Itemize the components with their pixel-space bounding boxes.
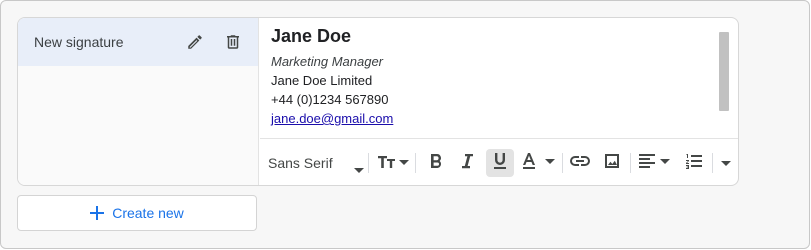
toolbar-divider	[562, 153, 563, 173]
signature-name: Jane Doe	[271, 26, 352, 46]
text-size-icon	[377, 152, 409, 175]
signature-company: Jane Doe Limited	[271, 73, 373, 88]
toolbar-divider	[712, 153, 713, 173]
editor-scrollbar[interactable]	[719, 32, 729, 111]
formatting-toolbar: Sans Serif	[260, 138, 738, 185]
font-size-button[interactable]	[375, 149, 411, 177]
chevron-down-icon	[354, 161, 364, 179]
signature-list: New signature	[18, 18, 259, 185]
toolbar-divider	[630, 153, 631, 173]
align-button[interactable]	[636, 149, 672, 177]
more-formatting-button[interactable]	[716, 149, 736, 177]
font-family-label: Sans Serif	[268, 155, 333, 171]
create-new-button[interactable]: Create new	[17, 195, 257, 231]
plus-icon	[90, 206, 105, 220]
bold-button[interactable]	[422, 149, 450, 177]
signature-title: Marketing Manager	[271, 54, 383, 69]
signature-editor[interactable]: Jane Doe Marketing Manager Jane Doe Limi…	[260, 18, 738, 185]
signature-list-item-label: New signature	[34, 34, 124, 50]
italic-icon	[460, 152, 474, 175]
signature-phone: +44 (0)1234 567890	[271, 92, 389, 107]
signature-content[interactable]: Jane Doe Marketing Manager Jane Doe Limi…	[271, 24, 711, 128]
numbered-list-icon	[685, 152, 703, 175]
numbered-list-button[interactable]	[680, 149, 708, 177]
signature-list-item[interactable]: New signature	[18, 18, 258, 66]
bold-icon	[428, 152, 444, 175]
align-left-icon	[638, 152, 670, 175]
trash-icon[interactable]	[221, 30, 245, 54]
text-color-icon	[521, 152, 555, 175]
toolbar-divider	[415, 153, 416, 173]
font-family-select[interactable]: Sans Serif	[268, 149, 364, 177]
underline-icon	[492, 152, 508, 175]
signature-panel: New signature Jane Doe Marketing Manager…	[17, 17, 739, 186]
chevron-down-icon	[721, 154, 731, 172]
italic-button[interactable]	[453, 149, 481, 177]
toolbar-divider	[368, 153, 369, 173]
edit-icon[interactable]	[183, 30, 207, 54]
insert-link-button[interactable]	[566, 149, 594, 177]
insert-image-button[interactable]	[598, 149, 626, 177]
create-new-label: Create new	[112, 205, 184, 221]
underline-button[interactable]	[486, 149, 514, 177]
image-icon	[603, 152, 621, 175]
link-icon	[570, 154, 590, 172]
signature-email-link[interactable]: jane.doe@gmail.com	[271, 109, 711, 128]
text-color-button[interactable]	[518, 149, 558, 177]
